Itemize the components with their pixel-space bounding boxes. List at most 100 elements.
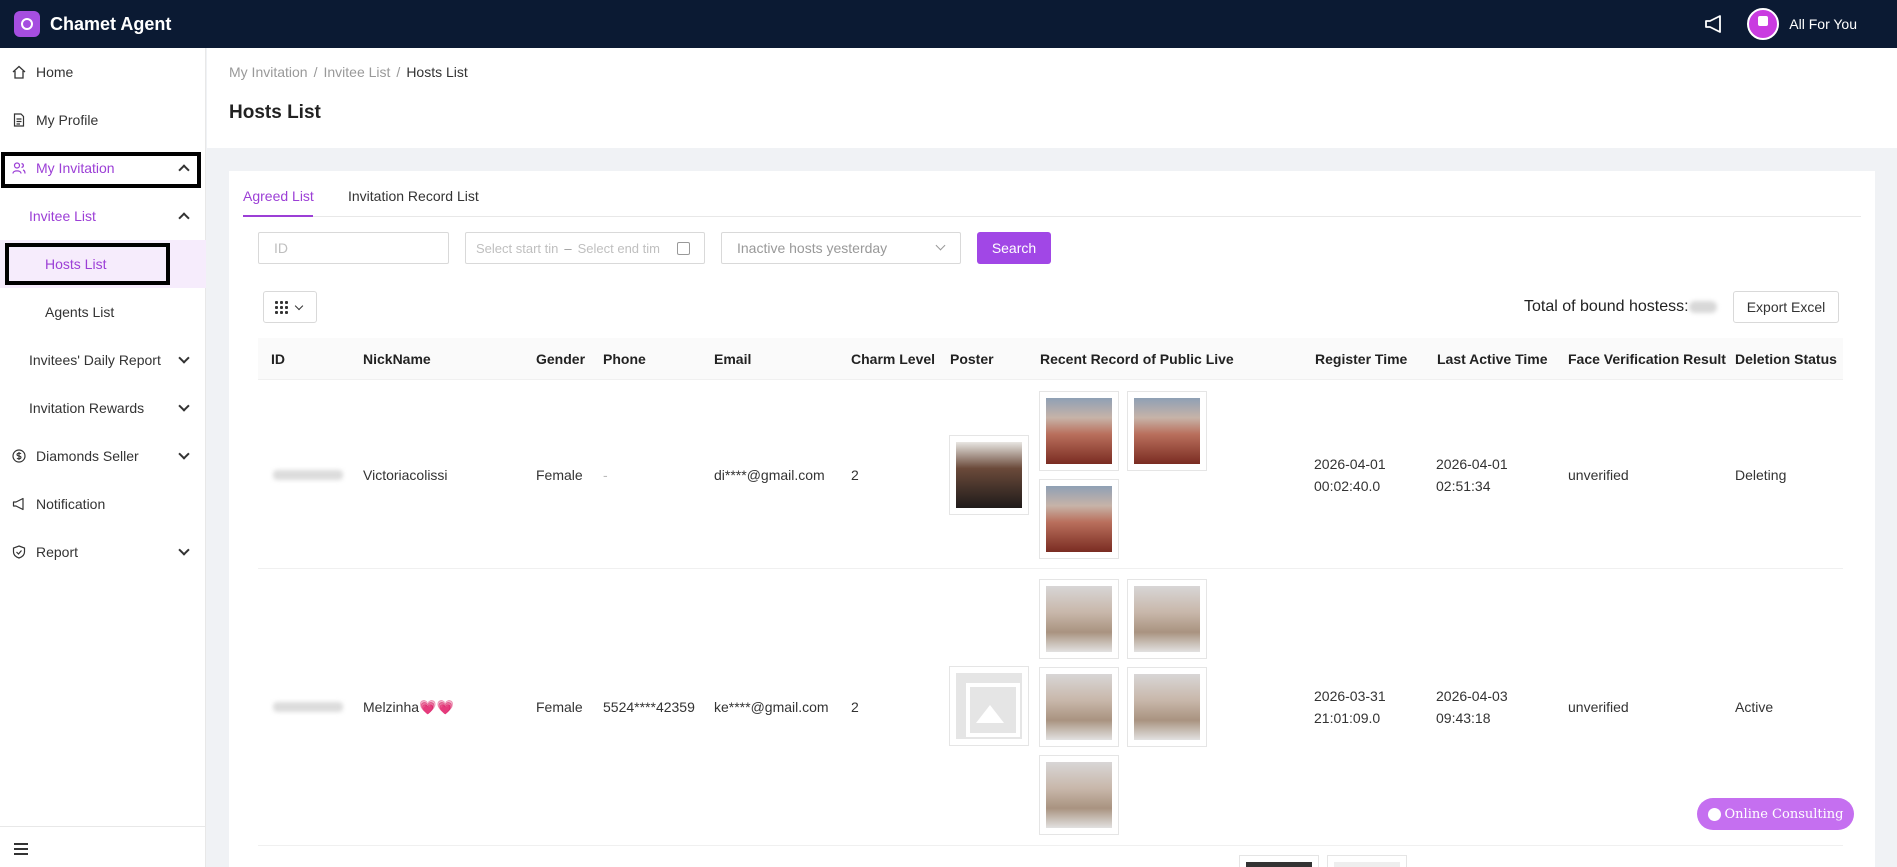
column-header: Recent Record of Public Live	[1040, 351, 1234, 367]
chat-icon	[1707, 807, 1721, 821]
sidebar-item-invitees-daily-report[interactable]: Invitees' Daily Report	[0, 336, 206, 384]
top-bar: Chamet Agent All For You	[0, 0, 1897, 48]
live-record-thumbnail[interactable]	[1039, 579, 1119, 659]
select-value: Inactive hosts yesterday	[737, 240, 888, 256]
column-header: ID	[271, 351, 285, 367]
sidebar-item-label: Invitee List	[29, 208, 96, 224]
sidebar-item-label: Agents List	[45, 304, 115, 320]
dollar-icon	[12, 449, 26, 463]
online-consulting-button[interactable]: Online Consulting	[1697, 798, 1854, 830]
row-nickname: Melzinha💗💗	[363, 699, 454, 715]
column-header: Face Verification Result	[1568, 351, 1726, 367]
column-settings-button[interactable]	[263, 291, 317, 323]
row-face-verification: unverified	[1568, 467, 1629, 483]
row-charm-level: 2	[851, 699, 859, 715]
column-header: Deletion Status	[1735, 351, 1837, 367]
column-header: Last Active Time	[1437, 351, 1548, 367]
search-button[interactable]: Search	[977, 232, 1051, 264]
row-phone: 5524****42359	[603, 699, 695, 715]
sidebar-item-agents-list[interactable]: Agents List	[0, 288, 206, 336]
start-date-input[interactable]: Select start tin	[476, 241, 558, 256]
row-last-active-time: 2026-04-03 09:43:18	[1436, 688, 1508, 726]
breadcrumb-item[interactable]: My Invitation	[229, 64, 308, 80]
sidebar-item-report[interactable]: Report	[0, 528, 206, 576]
app-title: Chamet Agent	[50, 13, 172, 34]
file-icon	[13, 113, 25, 127]
home-icon	[12, 65, 26, 79]
live-record-thumbnail[interactable]	[1127, 391, 1207, 471]
page-header: My Invitation / Invitee List / Hosts List Ho…	[207, 48, 1897, 148]
tab-invitation-record-list[interactable]: Invitation Record List	[348, 188, 479, 204]
row-phone: -	[603, 467, 608, 483]
export-excel-button[interactable]: Export Excel	[1733, 291, 1839, 323]
sidebar-item-invitee-list[interactable]: Invitee List	[0, 192, 206, 240]
poster-placeholder-image[interactable]	[949, 666, 1029, 746]
live-record-thumbnail[interactable]	[1039, 667, 1119, 747]
sidebar-item-label: Invitation Rewards	[29, 400, 145, 416]
menu-collapse-icon[interactable]	[14, 843, 28, 855]
date-range-separator: –	[564, 240, 572, 256]
sidebar-item-label: Invitees' Daily Report	[29, 352, 161, 368]
row-gender: Female	[536, 699, 583, 715]
sidebar-item-label: My Profile	[36, 112, 99, 128]
date-range-picker[interactable]: Select start tin – Select end tim	[465, 232, 705, 264]
row-deletion-status: Active	[1735, 699, 1774, 715]
tab-agreed-list[interactable]: Agreed List	[243, 188, 314, 204]
row-gender: Female	[536, 467, 583, 483]
grid-icon	[274, 300, 288, 314]
live-record-thumbnail[interactable]	[1039, 479, 1119, 559]
content-card: Agreed List Invitation Record List ID Se…	[229, 171, 1875, 867]
row-id	[273, 696, 343, 718]
breadcrumb-separator: /	[313, 64, 318, 80]
id-input[interactable]: ID	[258, 232, 449, 264]
sidebar-item-invitation-rewards[interactable]: Invitation Rewards	[0, 384, 206, 432]
total-label: Total of bound hostess:	[1524, 298, 1689, 315]
chevron-down-icon	[178, 400, 190, 412]
app-logo-icon	[14, 11, 40, 37]
user-name[interactable]: All For You	[1789, 16, 1857, 32]
total-hostess-count: Total of bound hostess:	[1524, 298, 1717, 316]
megaphone-icon	[12, 497, 24, 511]
sidebar-item-my-profile[interactable]: My Profile	[0, 96, 206, 144]
sidebar-item-label: Notification	[36, 496, 106, 512]
sidebar-item-label: Diamonds Seller	[36, 448, 139, 464]
row-id	[273, 464, 343, 486]
chevron-down-icon	[178, 544, 190, 556]
column-header: NickName	[363, 351, 431, 367]
megaphone-icon[interactable]	[1703, 13, 1725, 35]
user-avatar[interactable]	[1747, 8, 1780, 40]
tab-bar: Agreed List Invitation Record List	[243, 171, 1861, 217]
live-record-thumbnail[interactable]	[1239, 855, 1319, 867]
row-register-time: 2026-03-31 21:01:09.0	[1314, 688, 1386, 726]
breadcrumb-separator: /	[396, 64, 401, 80]
column-header: Poster	[950, 351, 994, 367]
sidebar-item-notification[interactable]: Notification	[0, 480, 206, 528]
end-date-input[interactable]: Select end tim	[578, 241, 660, 256]
table-row: Victoriacolissi Female - di****@gmail.co…	[258, 381, 1843, 569]
chevron-down-icon	[178, 448, 190, 460]
live-record-thumbnail[interactable]	[1127, 579, 1207, 659]
host-status-select[interactable]: Inactive hosts yesterday	[721, 232, 961, 264]
row-face-verification: unverified	[1568, 699, 1629, 715]
live-record-thumbnail[interactable]	[1039, 391, 1119, 471]
chevron-down-icon	[178, 352, 190, 364]
calendar-icon	[677, 242, 690, 255]
column-header: Charm Level	[851, 351, 936, 367]
sidebar-item-label: Home	[36, 64, 74, 80]
row-charm-level: 2	[851, 467, 859, 483]
breadcrumb: My Invitation / Invitee List / Hosts List	[229, 64, 468, 80]
live-record-thumbnail[interactable]	[1039, 755, 1119, 835]
sidebar-item-home[interactable]: Home	[0, 48, 206, 96]
live-record-thumbnail[interactable]	[1327, 855, 1407, 867]
shield-icon	[12, 545, 26, 559]
row-deletion-status: Deleting	[1735, 467, 1787, 483]
breadcrumb-item[interactable]: Invitee List	[323, 64, 390, 80]
live-record-thumbnail[interactable]	[1127, 667, 1207, 747]
chevron-down-icon	[294, 301, 304, 310]
sidebar-item-diamonds-seller[interactable]: Diamonds Seller	[0, 432, 206, 480]
table-header: ID NickName Gender Phone Email Charm Lev…	[258, 338, 1843, 380]
poster-image[interactable]	[949, 435, 1029, 515]
highlight-box-hosts-list	[5, 243, 170, 285]
sidebar-divider	[0, 826, 206, 827]
row-nickname: Victoriacolissi	[363, 467, 448, 483]
